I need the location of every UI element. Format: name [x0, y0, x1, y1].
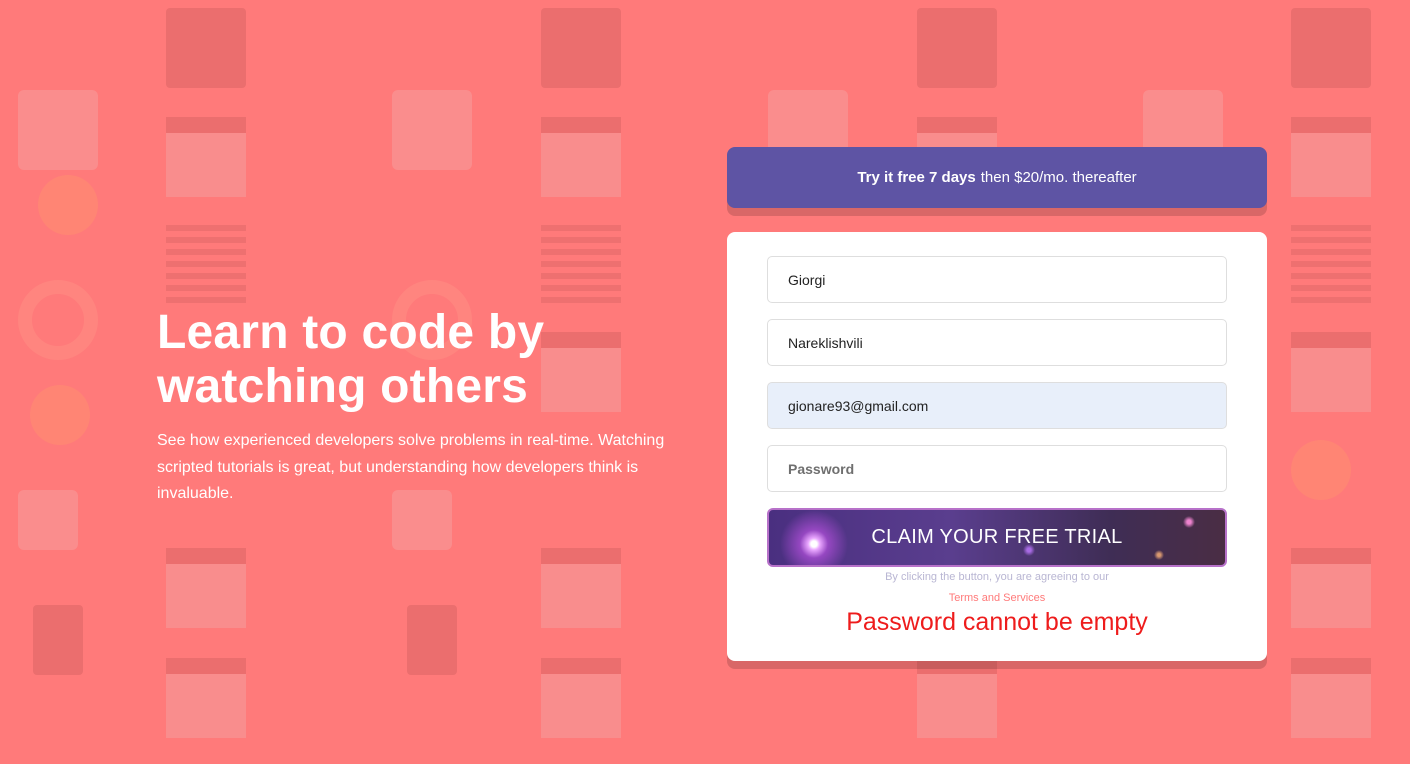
settings-folder-icon-4: [1291, 8, 1371, 88]
home-window-icon-5: [1291, 332, 1371, 412]
lifebuoy-icon: [18, 280, 98, 360]
hero-description: See how experienced developers solve pro…: [157, 432, 665, 502]
link-icon-2: [407, 605, 457, 675]
link-icon: [33, 605, 83, 675]
settings-folder-icon-2: [541, 8, 621, 88]
home-window-icon: [166, 658, 246, 738]
email-input[interactable]: [767, 382, 1227, 429]
rocket-icon: [1291, 440, 1351, 500]
chat-bubble-icon: [18, 490, 78, 550]
hero-title-line1: Learn to code by: [157, 306, 545, 359]
calendar-icon-2: [541, 548, 621, 628]
hero-title: Learn to code by watching others: [157, 306, 677, 414]
claim-trial-button[interactable]: CLAIM YOUR FREE TRIAL: [767, 508, 1227, 567]
home-window-icon-3: [541, 658, 621, 738]
gear-cart-icon: [38, 175, 98, 235]
signup-form: CLAIM YOUR FREE TRIAL By clicking the bu…: [727, 232, 1267, 661]
settings-folder-icon: [166, 8, 246, 88]
last-name-input[interactable]: [767, 319, 1227, 366]
settings-folder-icon-3: [917, 8, 997, 88]
home-window-icon-6: [1291, 658, 1371, 738]
promo-bold-text: Try it free 7 days: [857, 169, 976, 186]
trial-promo-banner: Try it free 7 days then $20/mo. thereaft…: [727, 147, 1267, 208]
terms-link[interactable]: Terms and Services: [727, 592, 1267, 604]
key-icon-3: [1291, 225, 1371, 305]
search-window-icon-4: [1291, 117, 1371, 197]
password-input[interactable]: [767, 445, 1227, 492]
search-window-icon-2: [541, 117, 621, 197]
calendar-icon: [166, 548, 246, 628]
agreement-text: By clicking the button, you are agreeing…: [885, 571, 1109, 583]
search-window-icon: [166, 117, 246, 197]
edit-document-icon-2: [392, 90, 472, 170]
promo-rest-text: then $20/mo. thereafter: [980, 169, 1137, 186]
key-icon-2: [541, 225, 621, 305]
key-icon: [166, 225, 246, 305]
hero-section: Learn to code by watching others See how…: [157, 306, 677, 508]
calendar-icon-3: [1291, 548, 1371, 628]
hero-title-line2: watching others: [157, 360, 529, 413]
home-window-icon-4: [917, 658, 997, 738]
password-error-message: Password cannot be empty: [846, 608, 1148, 636]
first-name-input[interactable]: [767, 256, 1227, 303]
lightbulb-icon: [30, 385, 90, 445]
edit-document-icon: [18, 90, 98, 170]
